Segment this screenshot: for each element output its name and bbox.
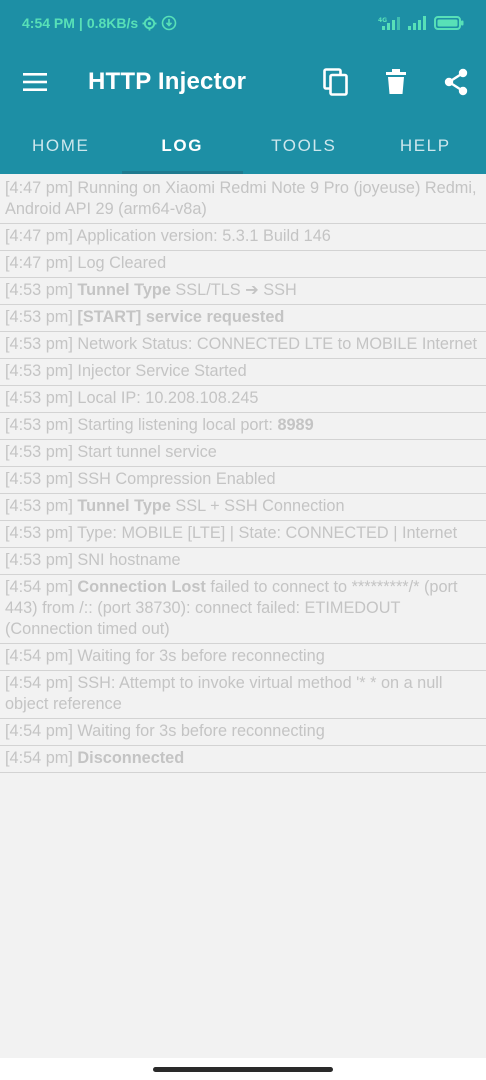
tab-home[interactable]: HOME	[0, 118, 122, 174]
share-icon	[444, 68, 468, 96]
log-keyword: Tunnel Type	[77, 497, 171, 515]
log-timestamp: [4:47 pm]	[5, 227, 73, 245]
settings-gear-icon	[142, 15, 157, 31]
status-speed: 0.8KB/s	[86, 15, 139, 31]
log-entry: [4:53 pm] Tunnel Type SSL/TLS ➔ SSH	[0, 278, 486, 305]
log-entry: [4:53 pm] Local IP: 10.208.108.245	[0, 386, 486, 413]
log-entry: [4:54 pm] Connection Lost failed to conn…	[0, 575, 486, 644]
log-timestamp: [4:54 pm]	[5, 578, 73, 596]
log-entry: [4:54 pm] Waiting for 3s before reconnec…	[0, 719, 486, 746]
log-keyword: Connection Lost	[77, 578, 206, 596]
log-timestamp: [4:54 pm]	[5, 749, 73, 767]
log-entry: [4:47 pm] Application version: 5.3.1 Bui…	[0, 224, 486, 251]
log-timestamp: [4:53 pm]	[5, 551, 73, 569]
signal-strength-icon	[408, 16, 426, 30]
log-entry: [4:54 pm] Waiting for 3s before reconnec…	[0, 644, 486, 671]
share-button[interactable]	[426, 46, 486, 118]
log-entry: [4:53 pm] SSH Compression Enabled	[0, 467, 486, 494]
status-time: 4:54 PM	[22, 15, 75, 31]
tab-tools[interactable]: TOOLS	[243, 118, 365, 174]
log-timestamp: [4:53 pm]	[5, 416, 73, 434]
status-separator: |	[78, 15, 83, 31]
log-timestamp: [4:53 pm]	[5, 389, 73, 407]
log-entry: [4:53 pm] Network Status: CONNECTED LTE …	[0, 332, 486, 359]
log-keyword: [START] service requested	[77, 308, 285, 326]
tab-help[interactable]: HELP	[365, 118, 486, 174]
download-icon	[161, 15, 177, 31]
log-timestamp: [4:53 pm]	[5, 362, 73, 380]
log-message: Network Status: CONNECTED LTE to MOBILE …	[77, 335, 478, 353]
copy-button[interactable]	[306, 46, 366, 118]
menu-button[interactable]	[0, 46, 70, 118]
status-bar: 4:54 PM | 0.8KB/s 4G	[0, 0, 486, 46]
log-entry: [4:53 pm] [START] service requested	[0, 305, 486, 332]
log-message: Running on Xiaomi Redmi Note 9 Pro (joye…	[5, 179, 477, 218]
log-keyword: Tunnel Type	[77, 281, 171, 299]
log-message: Type: MOBILE [LTE] | State: CONNECTED | …	[77, 524, 458, 542]
log-keyword: Disconnected	[77, 749, 185, 767]
gesture-nav-handle[interactable]	[153, 1067, 333, 1072]
log-timestamp: [4:53 pm]	[5, 308, 73, 326]
log-entry: [4:53 pm] Tunnel Type SSL + SSH Connecti…	[0, 494, 486, 521]
log-timestamp: [4:53 pm]	[5, 335, 73, 353]
log-entry: [4:47 pm] Log Cleared	[0, 251, 486, 278]
log-timestamp: [4:54 pm]	[5, 722, 73, 740]
log-timestamp: [4:53 pm]	[5, 443, 73, 461]
log-timestamp: [4:53 pm]	[5, 470, 73, 488]
log-message: Log Cleared	[77, 254, 167, 272]
log-message: Local IP: 10.208.108.245	[77, 389, 259, 407]
delete-icon	[386, 69, 406, 94]
log-message: SSH Compression Enabled	[77, 470, 276, 488]
log-entry: [4:54 pm] SSH: Attempt to invoke virtual…	[0, 671, 486, 719]
status-right: 4G	[378, 16, 464, 30]
log-message: SSL + SSH Connection	[175, 497, 345, 515]
log-message: SNI hostname	[77, 551, 181, 569]
log-entry: [4:53 pm] Injector Service Started	[0, 359, 486, 386]
log-entry: [4:53 pm] SNI hostname	[0, 548, 486, 575]
svg-text:4G: 4G	[378, 17, 387, 24]
log-timestamp: [4:53 pm]	[5, 281, 73, 299]
log-timestamp: [4:47 pm]	[5, 254, 73, 272]
log-entry: [4:47 pm] Running on Xiaomi Redmi Note 9…	[0, 176, 486, 224]
log-timestamp: [4:53 pm]	[5, 497, 73, 515]
log-list[interactable]: [4:47 pm] Running on Xiaomi Redmi Note 9…	[0, 176, 486, 773]
log-entry: [4:53 pm] Type: MOBILE [LTE] | State: CO…	[0, 521, 486, 548]
menu-icon	[23, 73, 47, 91]
log-keyword: 8989	[277, 416, 314, 434]
log-entry: [4:53 pm] Starting listening local port:…	[0, 413, 486, 440]
app-bar: HTTP Injector	[0, 46, 486, 118]
log-message: Waiting for 3s before reconnecting	[77, 647, 325, 665]
log-message: failed to connect to *********/* (port 4…	[5, 578, 458, 638]
log-entry: [4:53 pm] Start tunnel service	[0, 440, 486, 467]
log-message: Application version: 5.3.1 Build 146	[76, 227, 331, 245]
log-message: SSL/TLS ➔ SSH	[175, 281, 297, 299]
log-message: Injector Service Started	[77, 362, 247, 380]
log-message: Starting listening local port:	[77, 416, 273, 434]
tab-bar: HOME LOG TOOLS HELP	[0, 118, 486, 174]
signal-4g-icon: 4G	[378, 16, 400, 30]
log-timestamp: [4:54 pm]	[5, 647, 73, 665]
app-title: HTTP Injector	[88, 68, 247, 95]
log-timestamp: [4:47 pm]	[5, 179, 73, 197]
log-timestamp: [4:54 pm]	[5, 674, 73, 692]
log-timestamp: [4:53 pm]	[5, 524, 73, 542]
tab-log[interactable]: LOG	[121, 118, 244, 174]
log-entry: [4:54 pm] Disconnected	[0, 746, 486, 773]
delete-button[interactable]	[366, 46, 426, 118]
log-message: Waiting for 3s before reconnecting	[77, 722, 325, 740]
log-message: Start tunnel service	[77, 443, 217, 461]
copy-icon	[323, 68, 348, 96]
battery-icon	[434, 16, 464, 30]
status-left: 4:54 PM | 0.8KB/s	[22, 15, 177, 31]
